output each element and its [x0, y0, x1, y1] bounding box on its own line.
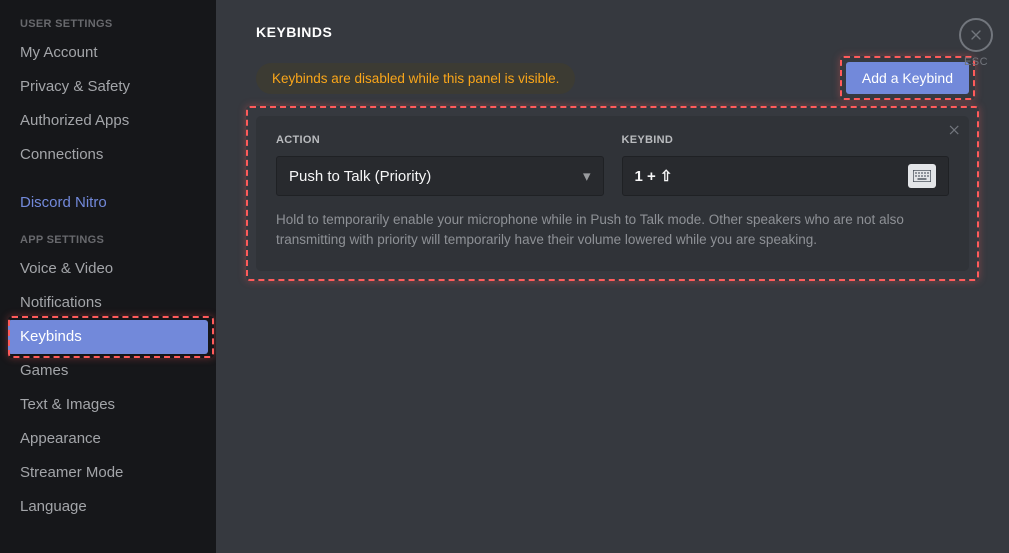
close-settings: ESC — [959, 18, 993, 68]
close-icon — [948, 123, 962, 137]
sidebar-item-voice-video[interactable]: Voice & Video — [0, 252, 216, 286]
sidebar-item-authorized-apps[interactable]: Authorized Apps — [0, 104, 216, 138]
sidebar-item-discord-nitro[interactable]: Discord Nitro — [0, 186, 216, 220]
sidebar-item-appearance[interactable]: Appearance — [0, 422, 216, 456]
sidebar-item-notifications[interactable]: Notifications — [0, 286, 216, 320]
close-settings-button[interactable] — [959, 18, 993, 52]
sidebar-item-language[interactable]: Language — [0, 490, 216, 524]
sidebar-item-games[interactable]: Games — [0, 354, 216, 388]
settings-content: KEYBINDS Keybinds are disabled while thi… — [216, 0, 1009, 553]
sidebar-header-app: APP SETTINGS — [0, 234, 216, 252]
remove-keybind-button[interactable] — [945, 120, 965, 140]
add-keybind-button[interactable]: Add a Keybind — [846, 62, 969, 94]
page-title: KEYBINDS — [256, 24, 969, 40]
keybind-input[interactable]: 1 + ⇧ — [622, 156, 950, 196]
warning-banner: Keybinds are disabled while this panel i… — [256, 63, 575, 94]
sidebar-item-streamer-mode[interactable]: Streamer Mode — [0, 456, 216, 490]
keybind-label: KEYBIND — [622, 134, 950, 146]
sidebar-item-connections[interactable]: Connections — [0, 138, 216, 172]
action-label: ACTION — [276, 134, 604, 146]
keybind-card: ACTION Push to Talk (Priority) ▾ KEYBIND… — [256, 116, 969, 271]
sidebar-item-text-images[interactable]: Text & Images — [0, 388, 216, 422]
esc-label: ESC — [959, 56, 993, 68]
sidebar-item-privacy-safety[interactable]: Privacy & Safety — [0, 70, 216, 104]
settings-sidebar: USER SETTINGS My Account Privacy & Safet… — [0, 0, 216, 553]
sidebar-item-keybinds[interactable]: Keybinds — [8, 320, 208, 354]
action-select[interactable]: Push to Talk (Priority) ▾ — [276, 156, 604, 196]
sidebar-header-user: USER SETTINGS — [0, 18, 216, 36]
keyboard-icon — [908, 164, 936, 188]
keybind-description: Hold to temporarily enable your micropho… — [276, 210, 949, 251]
action-select-value: Push to Talk (Priority) — [289, 168, 431, 185]
close-icon — [968, 27, 984, 43]
sidebar-item-my-account[interactable]: My Account — [0, 36, 216, 70]
keybind-input-value: 1 + ⇧ — [635, 167, 673, 185]
chevron-down-icon: ▾ — [583, 167, 591, 185]
